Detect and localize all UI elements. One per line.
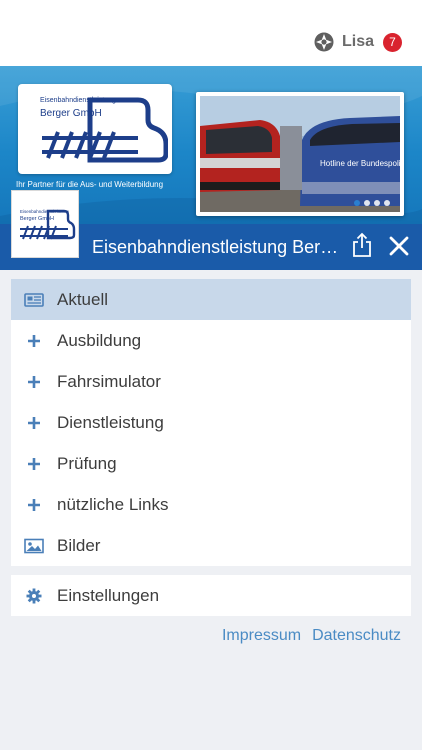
menu-item-label: Einstellungen bbox=[57, 585, 160, 605]
menu-item-einstellungen[interactable]: Einstellungen bbox=[11, 575, 411, 616]
user-menu[interactable]: Lisa 7 bbox=[314, 32, 402, 52]
datenschutz-link[interactable]: Datenschutz bbox=[312, 627, 401, 645]
slider-dot[interactable] bbox=[364, 200, 370, 206]
user-name[interactable]: Lisa bbox=[342, 33, 374, 51]
slider-dot[interactable] bbox=[354, 200, 360, 206]
locomotive-photo: Hotline der Bundespolizei 0800 6 bbox=[200, 96, 400, 212]
logo-text-line2: Berger GmbH bbox=[40, 108, 102, 119]
menu-item-dienstleistung[interactable]: Dienstleistung bbox=[11, 402, 411, 443]
menu-item-aktuell[interactable]: Aktuell bbox=[11, 279, 411, 320]
menu-item-pruefung[interactable]: Prüfung bbox=[11, 443, 411, 484]
menu-item-label: Fahrsimulator bbox=[57, 371, 161, 391]
plus-icon bbox=[24, 454, 44, 474]
logo-text-line1: Eisenbahndienstleistung bbox=[40, 97, 116, 104]
impressum-link[interactable]: Impressum bbox=[222, 627, 301, 645]
plus-icon bbox=[24, 413, 44, 433]
settings-menu: Einstellungen bbox=[11, 575, 411, 616]
close-icon[interactable] bbox=[388, 235, 410, 257]
newspaper-icon bbox=[24, 290, 44, 310]
top-bar: Lisa 7 bbox=[0, 0, 422, 66]
tagline: Ihr Partner für die Aus- und Weiterbildu… bbox=[16, 180, 164, 189]
rail-logo-icon bbox=[42, 97, 168, 163]
plus-icon bbox=[24, 372, 44, 392]
notification-badge[interactable]: 7 bbox=[383, 32, 402, 52]
gear-icon bbox=[24, 586, 44, 606]
menu-item-ausbildung[interactable]: Ausbildung bbox=[11, 320, 411, 361]
menu-item-label: nützliche Links bbox=[57, 494, 169, 514]
plus-icon bbox=[24, 495, 44, 515]
menu-item-label: Prüfung bbox=[57, 453, 117, 473]
image-icon bbox=[24, 536, 44, 556]
slider-photo: Hotline der Bundespolizei 0800 6 bbox=[200, 96, 400, 212]
slider-dot[interactable] bbox=[374, 200, 380, 206]
slider-dot[interactable] bbox=[384, 200, 390, 206]
menu-item-label: Dienstleistung bbox=[57, 412, 164, 432]
footer-links: Impressum Datenschutz bbox=[222, 627, 401, 645]
photo-text: Hotline der Bundespolizei 0800 6 bbox=[320, 159, 400, 168]
menu-item-label: Ausbildung bbox=[57, 330, 142, 350]
plus-icon bbox=[24, 331, 44, 351]
page-title: Eisenbahndienstleistung Berger GmbH bbox=[92, 237, 342, 257]
app-logo-thumbnail: Eisenbahndienstleistung Berger GmbH bbox=[11, 190, 79, 258]
cross-badge-icon bbox=[314, 32, 334, 52]
menu-item-label: Bilder bbox=[57, 535, 101, 555]
menu-item-bilder[interactable]: Bilder bbox=[11, 525, 411, 566]
slider-dots[interactable] bbox=[354, 200, 390, 206]
company-logo: Eisenbahndienstleistung Berger GmbH bbox=[18, 84, 172, 174]
rail-logo-icon: Eisenbahndienstleistung Berger GmbH bbox=[20, 209, 76, 240]
share-icon[interactable] bbox=[350, 232, 374, 258]
image-slider[interactable]: Hotline der Bundespolizei 0800 6 bbox=[196, 92, 404, 216]
navigation-menu: Aktuell Ausbildung Fahrsimulator Dienstl… bbox=[11, 279, 411, 566]
menu-item-nuetzliche-links[interactable]: nützliche Links bbox=[11, 484, 411, 525]
menu-item-label: Aktuell bbox=[57, 289, 109, 309]
menu-item-fahrsimulator[interactable]: Fahrsimulator bbox=[11, 361, 411, 402]
